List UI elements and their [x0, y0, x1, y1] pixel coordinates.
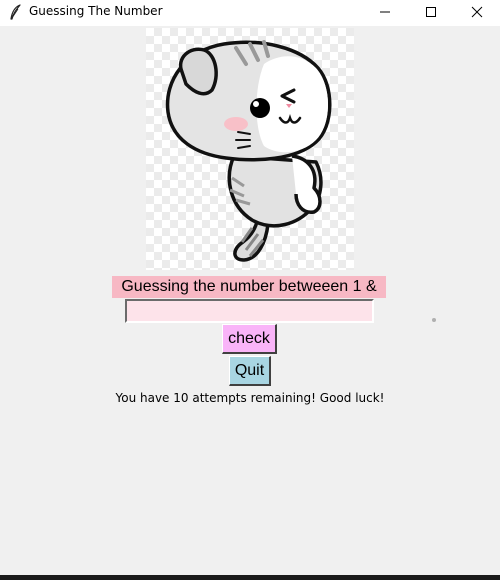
window-title: Guessing The Number	[29, 4, 163, 18]
maximize-icon	[426, 7, 436, 17]
close-button[interactable]	[454, 0, 500, 26]
check-button[interactable]: check	[222, 324, 277, 354]
minimize-button[interactable]	[362, 0, 408, 26]
minimize-icon	[380, 11, 390, 13]
cat-picture	[146, 28, 354, 270]
dot-marker	[432, 318, 436, 322]
quit-button[interactable]: Quit	[229, 356, 271, 386]
maximize-button[interactable]	[408, 0, 454, 26]
close-icon	[471, 6, 483, 18]
prompt-label: Guessing the number betweeen 1 & 99	[112, 276, 386, 317]
title-bar[interactable]: Guessing The Number	[0, 0, 500, 26]
app-window: Guessing The Number Guessing the number …	[0, 0, 500, 580]
feather-icon	[9, 4, 23, 20]
status-message: You have 10 attempts remaining! Good luc…	[115, 391, 385, 405]
bottom-edge	[0, 575, 500, 580]
guess-input[interactable]	[125, 299, 374, 323]
cartoon-cat-image	[165, 40, 332, 262]
